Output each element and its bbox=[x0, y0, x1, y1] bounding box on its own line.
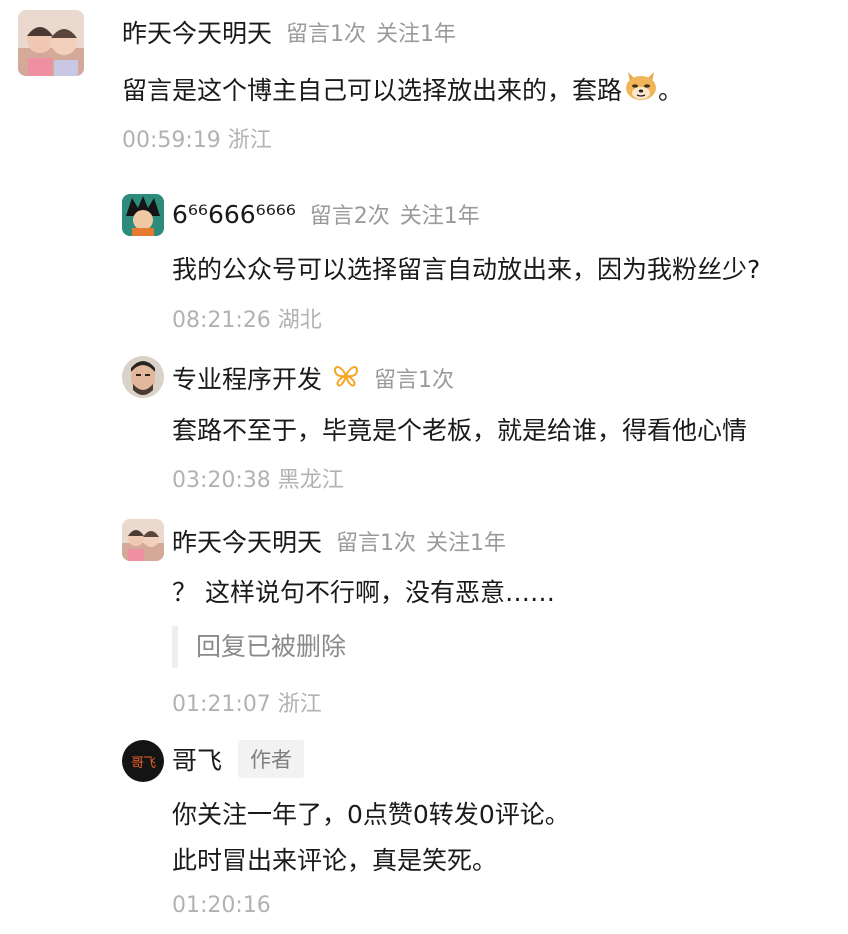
avatar[interactable] bbox=[122, 356, 164, 398]
reply-text: 我的公众号可以选择留言自动放出来，因为我粉丝少? bbox=[172, 255, 761, 284]
avatar-text: 哥飞 bbox=[130, 755, 156, 771]
follow-duration: 关注1年 bbox=[399, 204, 480, 229]
author-tag: 作者 bbox=[238, 740, 305, 778]
comment-body-suffix: 。 bbox=[658, 76, 684, 105]
avatar[interactable]: 哥飞 bbox=[122, 740, 164, 782]
reply-header: 6⁶⁶666⁶⁶⁶⁶ 留言2次 关注1年 bbox=[172, 198, 480, 230]
comment-count: 留言1次 bbox=[374, 368, 455, 393]
reply-text-line-2: 此时冒出来评论，真是笑死。 bbox=[172, 846, 498, 875]
author-name[interactable]: 专业程序开发 bbox=[172, 360, 322, 396]
reply-time: 01:21:07 浙江 bbox=[172, 692, 322, 717]
comment-count: 留言1次 bbox=[286, 22, 367, 47]
reply-header: 专业程序开发 留言1次 bbox=[172, 360, 454, 396]
reply-header: 哥飞 作者 bbox=[172, 740, 305, 778]
reply-header: 昨天今天明天 留言1次 关注1年 bbox=[172, 523, 506, 559]
author-name[interactable]: 哥飞 bbox=[172, 741, 222, 777]
avatar[interactable] bbox=[122, 194, 164, 236]
comment-count: 留言1次 bbox=[336, 531, 417, 556]
reply-time: 01:20:16 bbox=[172, 893, 271, 918]
author-name[interactable]: 昨天今天明天 bbox=[122, 14, 272, 50]
follow-duration: 关注1年 bbox=[376, 22, 457, 47]
reply-text: 套路不至于，毕竟是个老板，就是给谁，得看他心情 bbox=[172, 416, 748, 445]
comment-text: 留言是这个博主自己可以选择放出来的，套路 。 bbox=[122, 68, 683, 116]
author-name[interactable]: 6⁶⁶666⁶⁶⁶⁶ bbox=[172, 200, 296, 229]
reply-time: 08:21:26 湖北 bbox=[172, 308, 322, 333]
avatar[interactable] bbox=[122, 519, 164, 561]
author-name[interactable]: 昨天今天明天 bbox=[172, 523, 322, 559]
doge-icon bbox=[624, 69, 658, 116]
comment-time: 00:59:19 浙江 bbox=[122, 128, 272, 153]
reply-text: ？ 这样说句不行啊，没有恶意…… bbox=[172, 578, 555, 607]
avatar[interactable] bbox=[18, 10, 84, 76]
quoted-reply: 回复已被删除 bbox=[172, 626, 346, 668]
comment-header: 昨天今天明天 留言1次 关注1年 bbox=[122, 14, 456, 50]
comment-body: 留言是这个博主自己可以选择放出来的，套路 bbox=[122, 76, 623, 105]
reply-text-line-1: 你关注一年了，0点赞0转发0评论。 bbox=[172, 800, 570, 829]
reply-time: 03:20:38 黑龙江 bbox=[172, 468, 344, 493]
verified-butterfly-icon bbox=[332, 364, 360, 392]
comment-count: 留言2次 bbox=[309, 204, 390, 229]
follow-duration: 关注1年 bbox=[426, 531, 507, 556]
